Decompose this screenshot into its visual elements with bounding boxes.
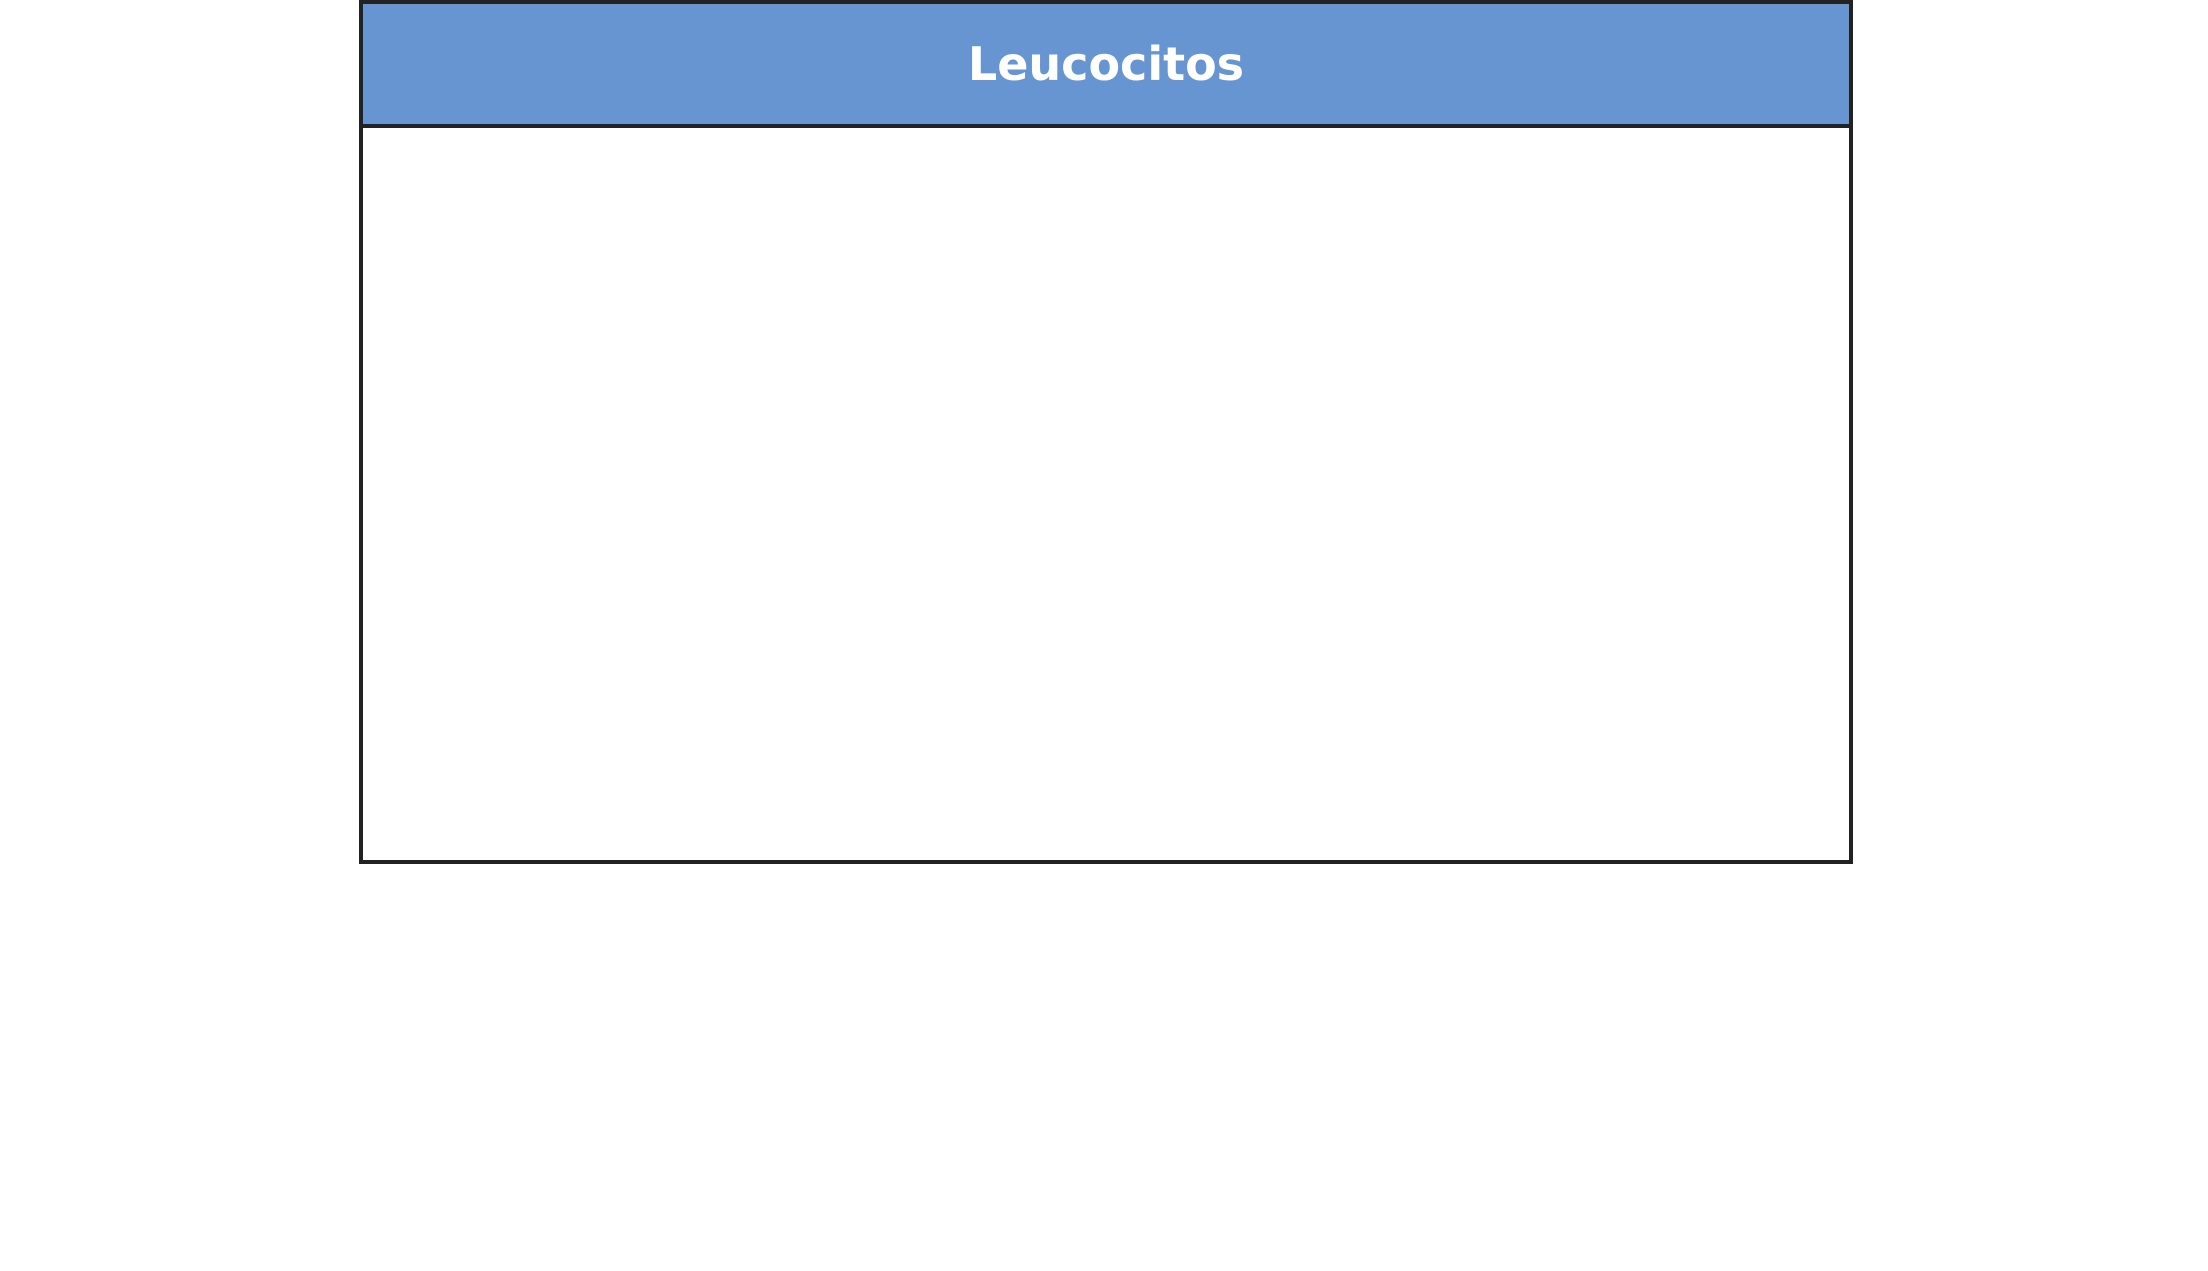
panel-header: Leucocitos	[363, 4, 1849, 128]
panel-body	[363, 128, 1849, 860]
panel-title: Leucocitos	[967, 37, 1245, 91]
leucocitos-panel: Leucocitos	[359, 0, 1853, 864]
